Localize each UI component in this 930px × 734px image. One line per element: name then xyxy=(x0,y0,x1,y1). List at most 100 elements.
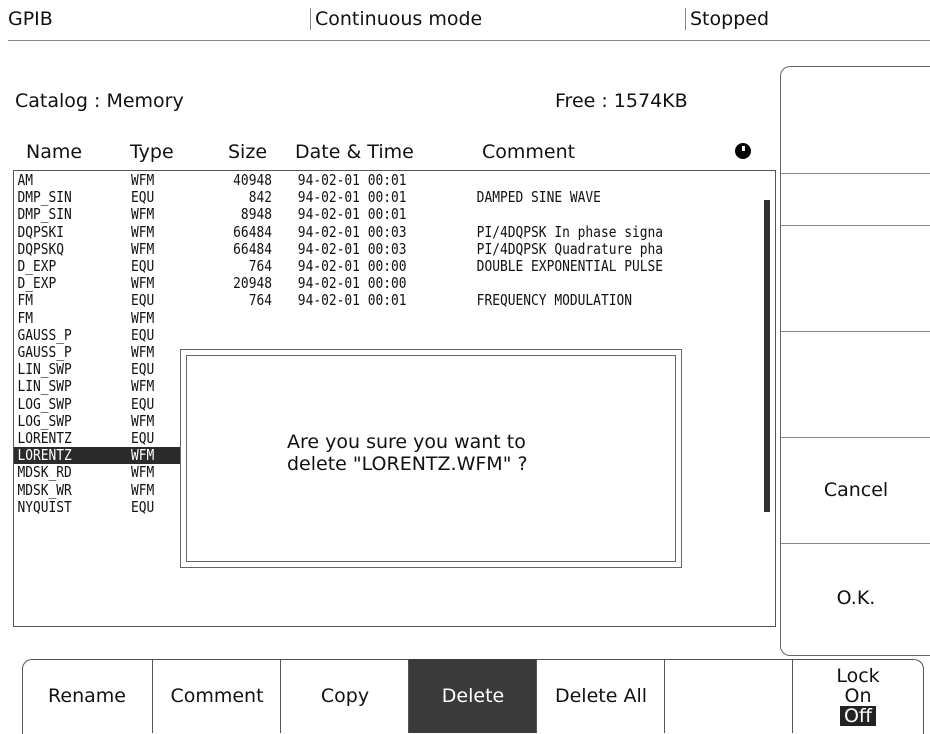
ok-button[interactable]: O.K. xyxy=(781,543,930,653)
table-row[interactable]: GAUSS_P EQU xyxy=(14,325,658,344)
table-row[interactable]: AM WFM 40948 94-02-01 00:01 xyxy=(14,172,658,189)
cell-type: WFM xyxy=(130,377,155,396)
cell-type: EQU xyxy=(130,429,155,447)
cell-type: EQU xyxy=(130,325,155,344)
cell-type: WFM xyxy=(130,343,155,361)
table-row[interactable]: DMP_SIN WFM 8948 94-02-01 00:01 xyxy=(14,206,658,223)
cell-type: EQU xyxy=(130,188,155,207)
cell-name: GAUSS_P xyxy=(17,343,72,361)
cell-name: LOG_SWP xyxy=(17,394,72,413)
lock-title: Lock xyxy=(836,665,880,687)
cell-comment: DAMPED SINE WAVE xyxy=(476,188,601,207)
cell-name: LIN_SWP xyxy=(17,377,72,396)
cell-name: MDSK_WR xyxy=(17,480,72,499)
header-comment: Comment xyxy=(482,141,576,163)
lock-on: On xyxy=(844,685,872,707)
cell-name: NYQUIST xyxy=(17,497,72,516)
cell-size: 8948 xyxy=(240,205,272,224)
cell-date: 94-02-01 00:01 xyxy=(297,171,407,189)
cell-size: 764 xyxy=(248,291,272,310)
side-button-4[interactable] xyxy=(781,331,930,438)
status-divider xyxy=(8,40,930,41)
cell-date: 94-02-01 00:03 xyxy=(297,222,407,241)
dialog-message: Are you sure you want to delete "LORENTZ… xyxy=(287,431,528,475)
cell-name: D_EXP xyxy=(17,257,57,275)
cell-type: WFM xyxy=(130,480,155,499)
cell-name: DMP_SIN xyxy=(17,188,72,207)
side-button-3[interactable] xyxy=(781,225,930,332)
table-row[interactable]: DMP_SIN EQU 842 94-02-01 00:01 DAMPED SINE W… xyxy=(14,189,658,206)
table-row[interactable]: DQPSKI WFM 66484 94-02-01 00:03 PI/4DQPSK In… xyxy=(14,222,663,241)
interface-status: GPIB xyxy=(8,8,53,30)
bottom-menu: Rename Comment Copy Delete Delete All Lo… xyxy=(22,659,922,733)
cell-type: WFM xyxy=(130,222,155,241)
copy-button[interactable]: Copy xyxy=(280,659,409,733)
cell-name: LORENTZ xyxy=(17,446,72,465)
cell-type: EQU xyxy=(130,360,155,379)
cell-name: FM xyxy=(17,291,33,310)
cell-comment: PI/4DQPSK In phase signa xyxy=(476,222,664,241)
catalog-title: Catalog : Memory xyxy=(15,90,184,112)
cell-type: WFM xyxy=(130,411,155,430)
table-row[interactable]: D_EXP EQU 764 94-02-01 00:00 DOUBLE EXPONENT… xyxy=(14,257,663,275)
dialog-frame: Are you sure you want to delete "LORENTZ… xyxy=(186,355,676,562)
cancel-button[interactable]: Cancel xyxy=(781,437,930,544)
cell-date: 94-02-01 00:01 xyxy=(297,291,407,310)
cell-name: LOG_SWP xyxy=(17,411,72,430)
cell-comment: PI/4DQPSK Quadrature pha xyxy=(476,239,664,258)
empty-bottom-button[interactable] xyxy=(664,659,793,733)
table-row[interactable]: FM WFM xyxy=(14,308,658,327)
cell-name: AM xyxy=(17,171,33,189)
confirm-delete-dialog: Are you sure you want to delete "LORENTZ… xyxy=(180,349,682,568)
cell-size: 842 xyxy=(248,188,272,207)
cell-type: WFM xyxy=(130,274,155,293)
cell-size: 66484 xyxy=(233,222,272,241)
side-menu: Cancel O.K. xyxy=(780,66,930,656)
cell-date: 94-02-01 00:01 xyxy=(297,205,407,224)
cell-date: 94-02-01 00:00 xyxy=(297,274,407,293)
delete-button[interactable]: Delete xyxy=(408,659,537,733)
side-button-2[interactable] xyxy=(781,173,930,226)
scrollbar[interactable] xyxy=(764,200,770,512)
table-row[interactable]: D_EXP WFM 20948 94-02-01 00:00 xyxy=(14,275,658,292)
side-button-1[interactable] xyxy=(781,67,930,174)
table-row[interactable]: FM EQU 764 94-02-01 00:01 FREQUENCY MODULATI… xyxy=(14,292,658,309)
cell-date: 94-02-01 00:03 xyxy=(297,239,407,258)
comment-button[interactable]: Comment xyxy=(152,659,281,733)
table-row[interactable]: DQPSKQ WFM 66484 94-02-01 00:03 PI/4DQPSK Qu… xyxy=(14,239,663,258)
cell-name: FM xyxy=(17,308,33,327)
cell-date: 94-02-01 00:01 xyxy=(297,188,407,207)
delete-all-button[interactable]: Delete All xyxy=(536,659,665,733)
rename-button[interactable]: Rename xyxy=(22,659,152,733)
cell-size: 66484 xyxy=(233,239,272,258)
cell-type: EQU xyxy=(130,497,155,516)
free-memory: Free : 1574KB xyxy=(555,90,688,112)
status-bar: GPIB Continuous mode Stopped xyxy=(0,0,930,40)
cell-type: EQU xyxy=(130,291,155,310)
cell-name: D_EXP xyxy=(17,274,57,293)
cell-type: WFM xyxy=(130,446,155,465)
cell-size: 20948 xyxy=(233,274,272,293)
lock-off: Off xyxy=(839,706,877,726)
run-state-status: Stopped xyxy=(685,8,769,30)
cell-type: WFM xyxy=(130,308,155,327)
header-type: Type xyxy=(130,141,174,163)
cell-date: 94-02-01 00:00 xyxy=(297,257,407,275)
header-size: Size xyxy=(228,141,268,163)
cell-name: MDSK_RD xyxy=(17,463,72,482)
cell-name: LIN_SWP xyxy=(17,360,72,379)
cell-type: WFM xyxy=(130,205,155,224)
cell-comment: DOUBLE EXPONENTIAL PULSE xyxy=(476,257,664,275)
cell-name: DQPSKI xyxy=(17,222,65,241)
cell-name: DQPSKQ xyxy=(17,239,65,258)
header-name: Name xyxy=(26,141,83,163)
cell-name: DMP_SIN xyxy=(17,205,72,224)
mode-status: Continuous mode xyxy=(310,8,482,30)
lock-toggle[interactable]: Lock On Off xyxy=(792,659,923,733)
sort-indicator-icon[interactable] xyxy=(735,143,751,159)
cell-type: WFM xyxy=(130,463,155,482)
header-datetime: Date & Time xyxy=(295,141,414,163)
cell-comment: FREQUENCY MODULATION xyxy=(476,291,633,310)
cell-type: EQU xyxy=(130,257,155,275)
cell-type: EQU xyxy=(130,394,155,413)
